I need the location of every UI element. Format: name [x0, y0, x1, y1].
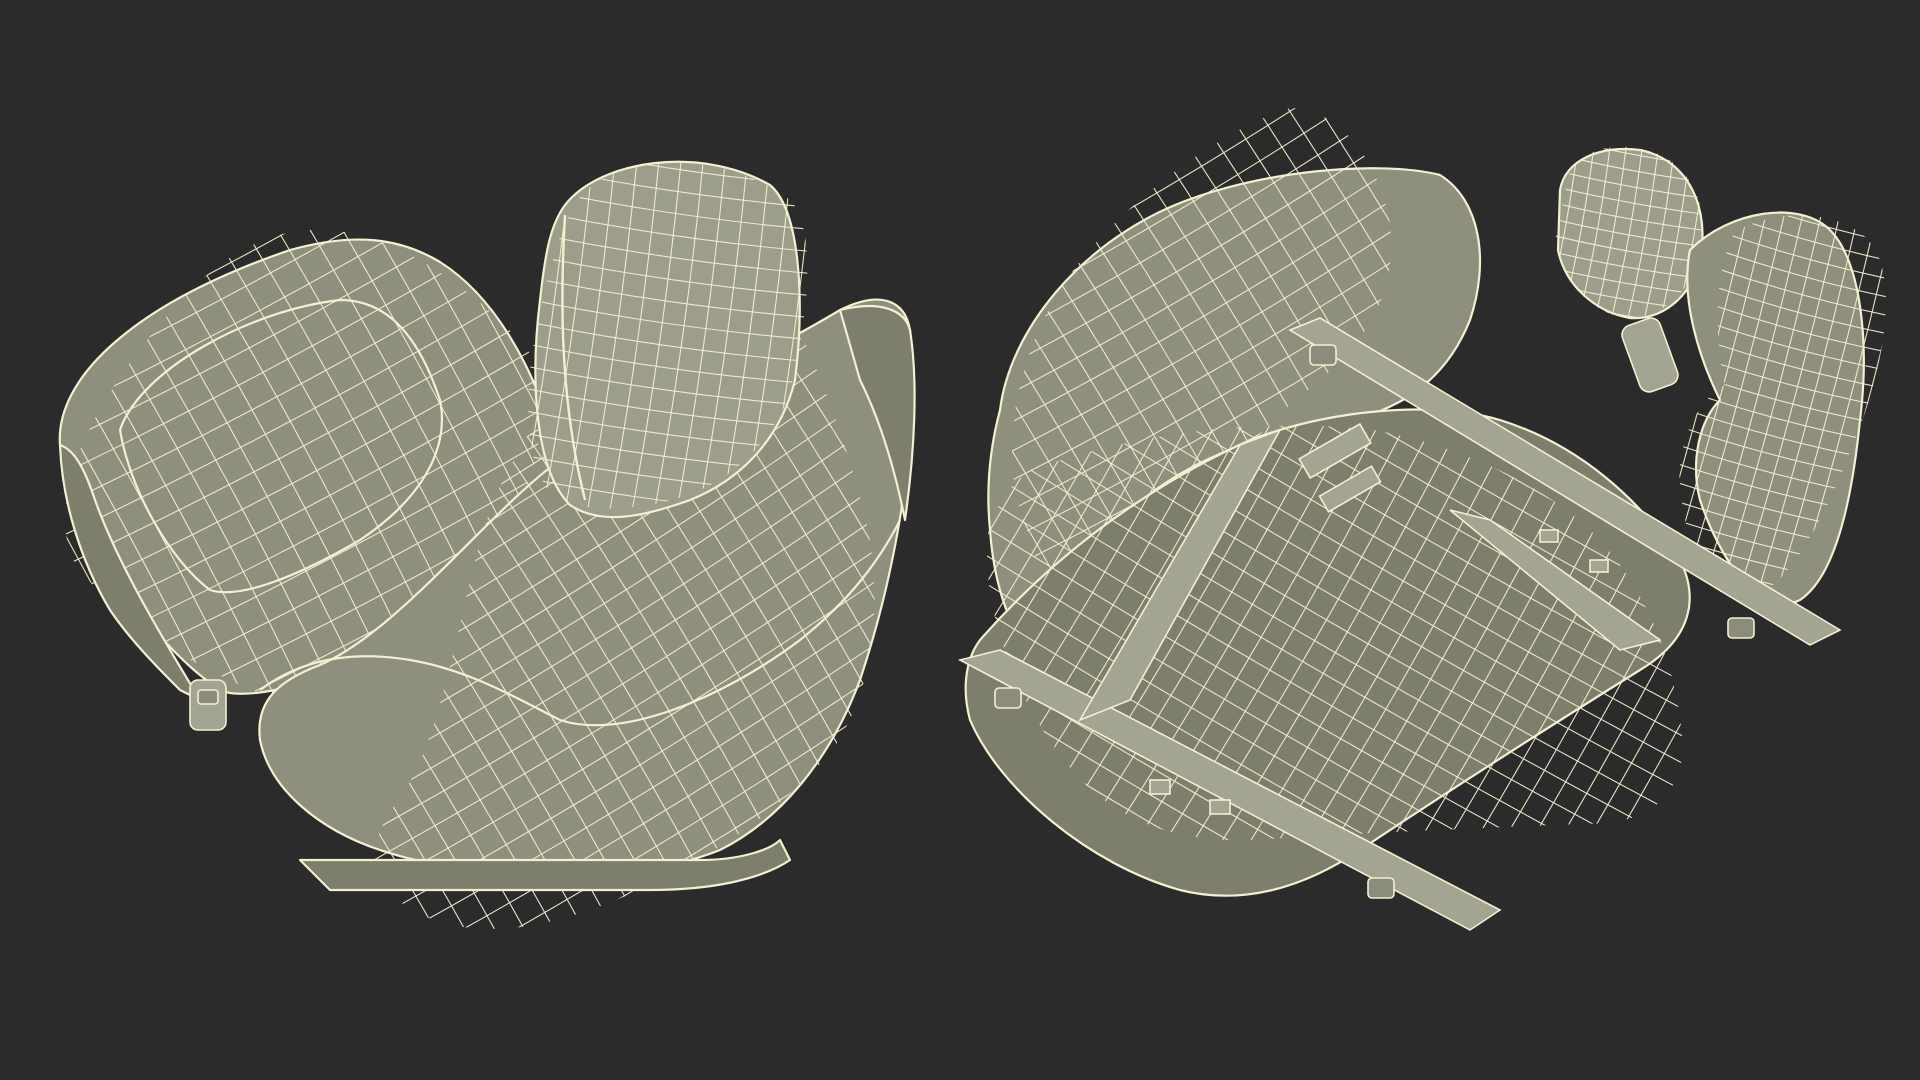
mount-bolt: [1727, 617, 1755, 639]
mount-bolt: [994, 687, 1022, 709]
mount-bolt: [1367, 877, 1395, 899]
rail-bracket: [1589, 559, 1609, 573]
render-viewport: [0, 0, 1920, 1080]
rail-bracket: [1209, 799, 1231, 815]
adjust-knob[interactable]: [189, 679, 227, 731]
rail-bracket: [1149, 779, 1171, 795]
rail-bracket: [1539, 529, 1559, 543]
mount-bolt: [1309, 344, 1337, 366]
